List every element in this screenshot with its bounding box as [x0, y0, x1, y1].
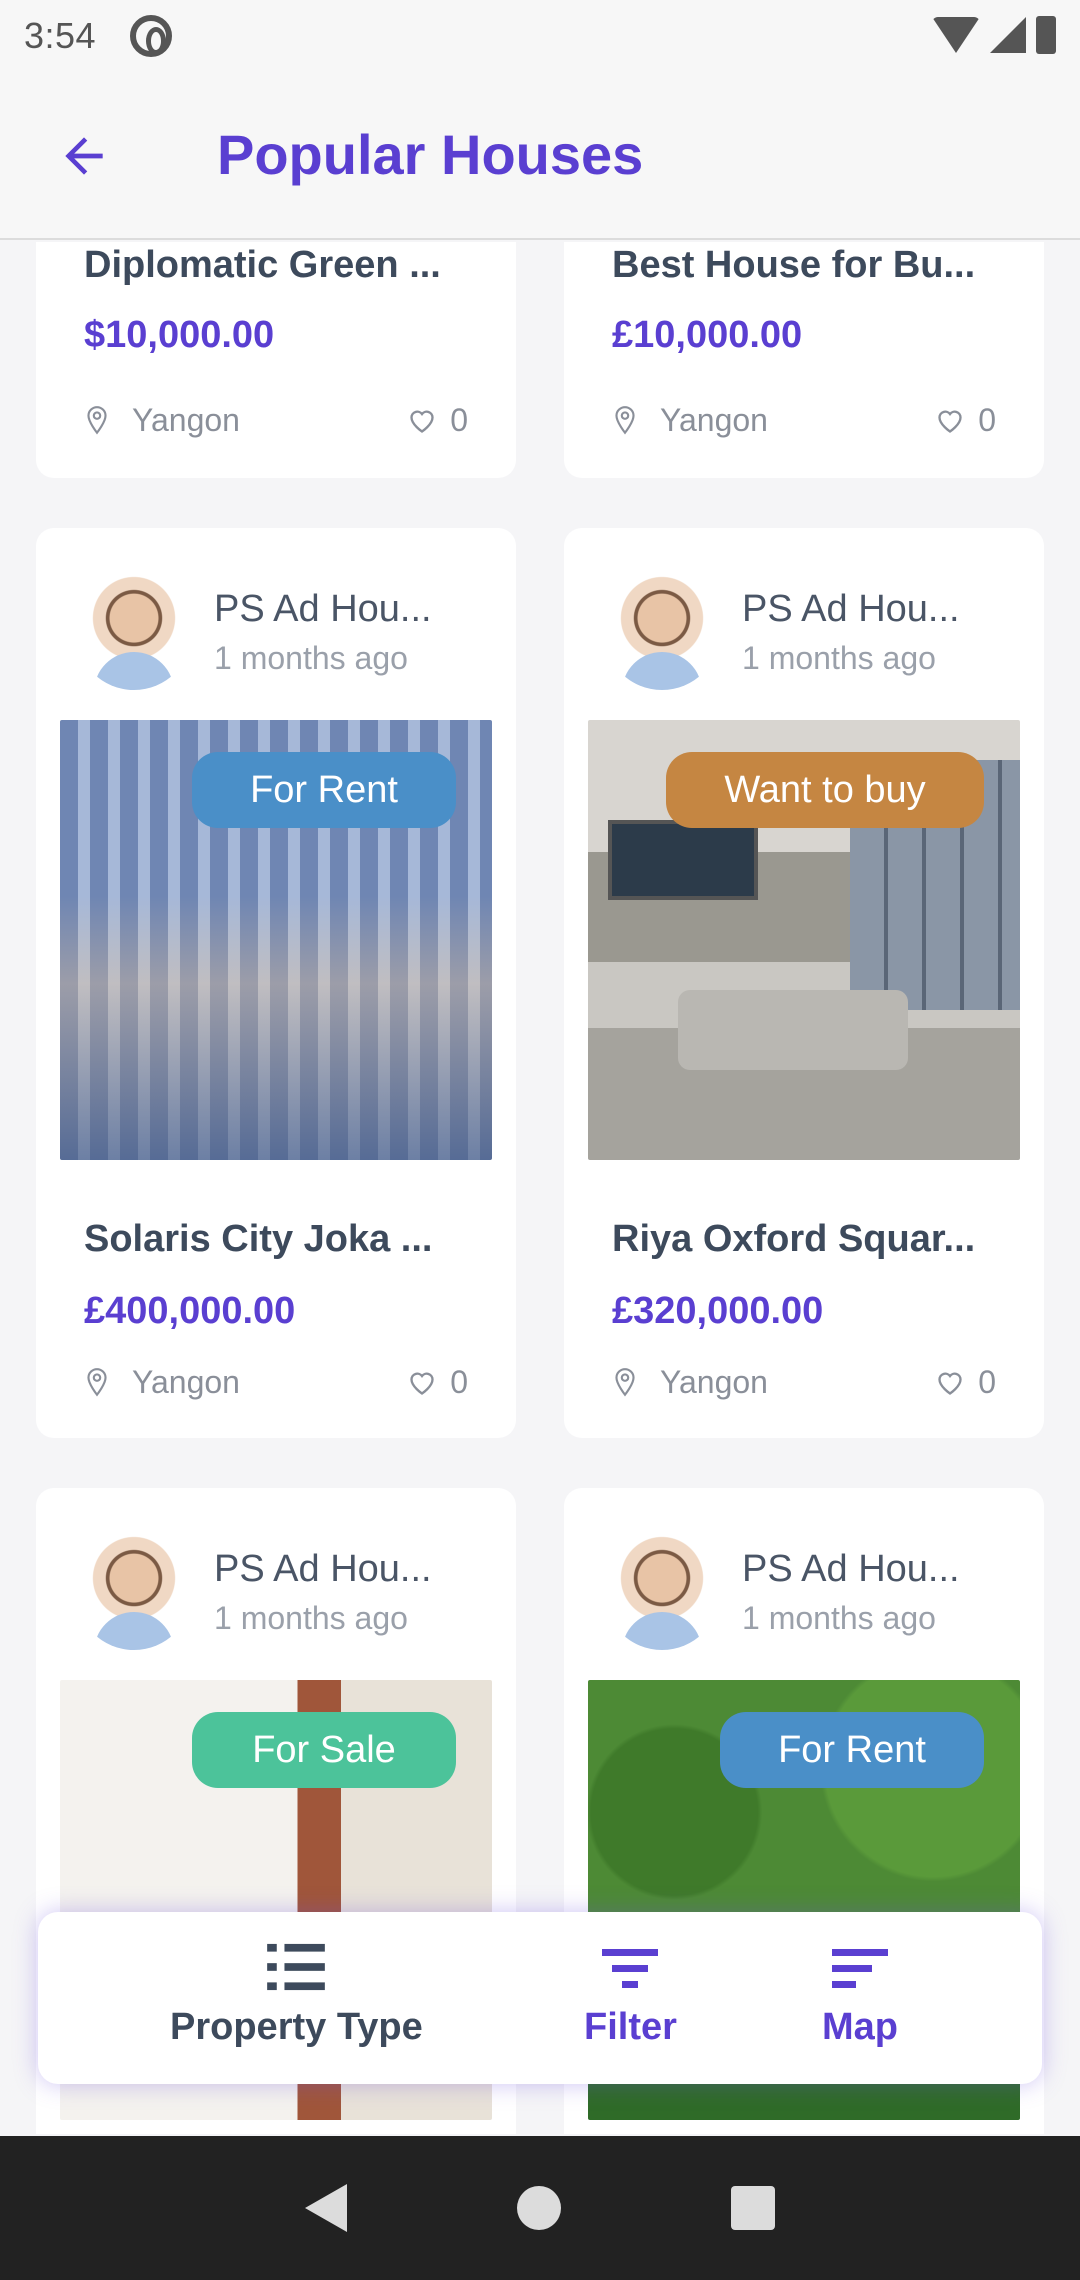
listing-card[interactable]: Best House for Bu... £10,000.00 Yangon 0 [564, 242, 1044, 478]
at-sign-icon [130, 15, 173, 57]
listing-title: Best House for Bu... [612, 244, 976, 286]
avatar [604, 574, 720, 690]
back-button[interactable] [52, 124, 116, 188]
like-count[interactable]: 0 [936, 402, 996, 439]
listing-card[interactable]: PS Ad Hou... 1 months ago For Rent Solar… [36, 528, 516, 1438]
like-count[interactable]: 0 [936, 1364, 996, 1401]
status-time: 3:54 [24, 15, 97, 56]
like-count-text: 0 [450, 402, 468, 438]
listing-price: $10,000.00 [84, 314, 275, 356]
image-tv [608, 820, 758, 900]
list-icon [267, 1943, 326, 1991]
avatar [76, 1534, 192, 1650]
status-icons [932, 16, 1056, 54]
listing-price: £320,000.00 [612, 1290, 824, 1332]
avatar [604, 1534, 720, 1650]
poster-name: PS Ad Hou... [214, 588, 432, 630]
nav-recents-icon[interactable] [731, 2186, 775, 2230]
property-type-button[interactable]: Property Type [170, 1942, 423, 2049]
listing-image[interactable]: For Rent [60, 720, 492, 1160]
listing-location: Yangon [612, 402, 768, 439]
status-bar: 3:54 [0, 0, 1080, 72]
like-count-text: 0 [978, 402, 996, 438]
bottom-action-bar: Property Type Filter Map [38, 1912, 1042, 2084]
avatar [76, 574, 192, 690]
nav-home-icon[interactable] [517, 2186, 561, 2230]
posted-time: 1 months ago [214, 1600, 408, 1636]
page-title: Popular Houses [217, 123, 644, 186]
map-button[interactable]: Map [822, 1942, 898, 2049]
like-count-text: 0 [450, 1364, 468, 1400]
poster-name: PS Ad Hou... [214, 1548, 432, 1590]
system-nav-bar [0, 2136, 1080, 2280]
filter-label: Filter [584, 2006, 677, 2048]
listing-location: Yangon [84, 402, 240, 439]
heart-icon [410, 1372, 434, 1395]
listing-title: Diplomatic Green ... [84, 244, 441, 286]
poster-name: PS Ad Hou... [742, 1548, 960, 1590]
like-count-text: 0 [978, 1364, 996, 1400]
image-sofa [678, 990, 908, 1070]
location-pin-icon [615, 405, 635, 434]
heart-icon [938, 1372, 962, 1395]
nav-back-icon[interactable] [305, 2184, 347, 2232]
like-count[interactable]: 0 [408, 1364, 468, 1401]
location-pin-icon [87, 405, 107, 434]
location-text: Yangon [660, 1364, 768, 1400]
location-pin-icon [87, 1367, 107, 1396]
filter-icon [602, 1949, 659, 1988]
arrow-left-icon [65, 137, 103, 175]
listing-title: Solaris City Joka ... [84, 1218, 433, 1260]
map-lines-icon [832, 1949, 888, 1988]
location-text: Yangon [132, 402, 240, 438]
listing-status-badge: For Sale [192, 1712, 456, 1788]
listing-status-badge: For Rent [720, 1712, 984, 1788]
listing-card[interactable]: Diplomatic Green ... $10,000.00 Yangon 0 [36, 242, 516, 478]
listing-status-badge: For Rent [192, 752, 456, 828]
location-text: Yangon [660, 402, 768, 438]
posted-time: 1 months ago [742, 1600, 936, 1636]
listing-status-badge: Want to buy [666, 752, 984, 828]
location-text: Yangon [132, 1364, 240, 1400]
listing-location: Yangon [84, 1364, 240, 1401]
battery-icon [1036, 16, 1056, 54]
heart-icon [938, 410, 962, 433]
heart-icon [410, 410, 434, 433]
posted-time: 1 months ago [742, 640, 936, 676]
property-type-label: Property Type [170, 2006, 423, 2048]
listing-title: Riya Oxford Squar... [612, 1218, 976, 1260]
listing-card[interactable]: PS Ad Hou... 1 months ago Want to buy Ri… [564, 528, 1044, 1438]
listing-price: £10,000.00 [612, 314, 803, 356]
wifi-icon [932, 17, 980, 53]
posted-time: 1 months ago [214, 640, 408, 676]
listing-location: Yangon [612, 1364, 768, 1401]
poster-name: PS Ad Hou... [742, 588, 960, 630]
signal-icon [990, 17, 1026, 53]
filter-button[interactable]: Filter [584, 1942, 677, 2049]
app-bar: Popular Houses [0, 72, 1080, 240]
map-label: Map [822, 2006, 898, 2048]
listings-grid: Diplomatic Green ... $10,000.00 Yangon 0… [0, 242, 1080, 2134]
listing-image[interactable]: Want to buy [588, 720, 1020, 1160]
like-count[interactable]: 0 [408, 402, 468, 439]
location-pin-icon [615, 1367, 635, 1396]
listing-price: £400,000.00 [84, 1290, 296, 1332]
